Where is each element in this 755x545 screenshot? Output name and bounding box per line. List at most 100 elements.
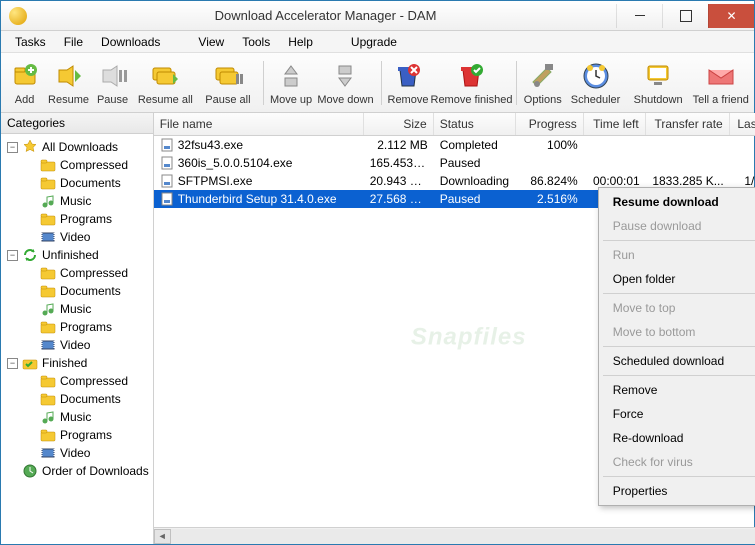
- tree-node-finished[interactable]: −Finished: [3, 354, 151, 372]
- menu-help[interactable]: Help: [280, 33, 321, 51]
- context-re-download[interactable]: Re-download: [599, 426, 755, 450]
- resume-icon: [53, 60, 85, 92]
- tree-label: Compressed: [60, 158, 128, 172]
- maximize-button[interactable]: [662, 4, 708, 28]
- tree-node-programs[interactable]: Programs: [3, 426, 151, 444]
- context-force[interactable]: Force: [599, 402, 755, 426]
- cell-filename: Thunderbird Setup 31.4.0.exe: [154, 191, 364, 208]
- column-header-file-name[interactable]: File name: [154, 113, 364, 135]
- minimize-button[interactable]: [616, 4, 662, 28]
- tree-node-documents[interactable]: Documents: [3, 174, 151, 192]
- column-header-status[interactable]: Status: [434, 113, 516, 135]
- tree-label: Programs: [60, 320, 112, 334]
- cell-rate: [646, 162, 730, 164]
- context-resume-download[interactable]: Resume download: [599, 190, 755, 214]
- tree-node-documents[interactable]: Documents: [3, 282, 151, 300]
- tree-label: Compressed: [60, 374, 128, 388]
- tree-node-music[interactable]: Music: [3, 300, 151, 318]
- music-icon: [40, 409, 56, 425]
- tree-toggle-icon[interactable]: −: [7, 250, 18, 261]
- context-separator: [603, 346, 755, 347]
- table-row[interactable]: 360is_5.0.0.5104.exe165.453 MBPaused: [154, 154, 755, 172]
- context-remove[interactable]: Remove: [599, 378, 755, 402]
- context-run: Run: [599, 243, 755, 267]
- horizontal-scrollbar[interactable]: ◄ ►: [154, 527, 755, 544]
- tree-node-compressed[interactable]: Compressed: [3, 156, 151, 174]
- tree-label: Programs: [60, 212, 112, 226]
- context-properties[interactable]: Properties: [599, 479, 755, 503]
- tree-toggle-icon[interactable]: −: [7, 142, 18, 153]
- tree-node-compressed[interactable]: Compressed: [3, 372, 151, 390]
- cell-timeleft: [584, 162, 646, 164]
- tree-node-compressed[interactable]: Compressed: [3, 264, 151, 282]
- tree-label: Documents: [60, 284, 121, 298]
- tree-node-programs[interactable]: Programs: [3, 210, 151, 228]
- toolbar-pause-button[interactable]: Pause: [93, 60, 132, 106]
- category-tree: −All Downloads Compressed Documents Music Pr…: [1, 134, 153, 544]
- menu-tools[interactable]: Tools: [234, 33, 278, 51]
- context-open-folder[interactable]: Open folder: [599, 267, 755, 291]
- toolbar-moveup-button[interactable]: Move up: [270, 60, 312, 106]
- toolbar-remove-button[interactable]: Remove: [388, 60, 429, 106]
- menu-file[interactable]: File: [56, 33, 91, 51]
- column-header-time-left[interactable]: Time left: [584, 113, 646, 135]
- toolbar-add-button[interactable]: Add: [5, 60, 44, 106]
- tree-node-programs[interactable]: Programs: [3, 318, 151, 336]
- column-header-transfer-rate[interactable]: Transfer rate: [646, 113, 730, 135]
- folder-icon: [40, 373, 56, 389]
- file-icon: [160, 192, 174, 206]
- column-header-last-try[interactable]: Last try: [730, 113, 755, 135]
- tree-node-all-downloads[interactable]: −All Downloads: [3, 138, 151, 156]
- tree-toggle-icon[interactable]: −: [7, 358, 18, 369]
- tree-node-video[interactable]: Video: [3, 228, 151, 246]
- toolbar-tellfriend-button[interactable]: Tell a friend: [691, 60, 750, 106]
- folder-icon: [40, 157, 56, 173]
- toolbar-removefin-button[interactable]: Remove finished: [432, 60, 510, 106]
- tree-node-music[interactable]: Music: [3, 192, 151, 210]
- table-row[interactable]: 32fsu43.exe2.112 MBCompleted100%: [154, 136, 755, 154]
- column-header-progress[interactable]: Progress: [516, 113, 584, 135]
- scheduler-icon: [580, 60, 612, 92]
- tree-label: Music: [60, 410, 91, 424]
- context-scheduled-download[interactable]: Scheduled download: [599, 349, 755, 373]
- folder-icon: [40, 265, 56, 281]
- menu-downloads[interactable]: Downloads: [93, 33, 168, 51]
- cell-timeleft: [584, 144, 646, 146]
- close-button[interactable]: [708, 4, 754, 28]
- menu-upgrade[interactable]: Upgrade: [343, 33, 405, 51]
- table-header: File nameSizeStatusProgressTime leftTran…: [154, 113, 755, 136]
- cell-progress: 2.516%: [516, 191, 584, 207]
- menu-tasks[interactable]: Tasks: [7, 33, 54, 51]
- toolbar-resumeall-button[interactable]: Resume all: [136, 60, 195, 106]
- context-separator: [603, 476, 755, 477]
- cell-status: Downloading: [434, 173, 516, 189]
- tree-label: Unfinished: [42, 248, 99, 262]
- toolbar-resume-button[interactable]: Resume: [48, 60, 89, 106]
- cell-size: 2.112 MB: [364, 137, 434, 153]
- toolbar-pauseall-button[interactable]: Pause all: [199, 60, 258, 106]
- column-header-size[interactable]: Size: [364, 113, 434, 135]
- file-icon: [160, 174, 174, 188]
- menu-view[interactable]: View: [190, 33, 232, 51]
- toolbar-shutdown-button[interactable]: Shutdown: [629, 60, 688, 106]
- cell-rate: [646, 144, 730, 146]
- toolbar-options-button[interactable]: Options: [523, 60, 562, 106]
- tree-label: Order of Downloads: [42, 464, 149, 478]
- tree-node-unfinished[interactable]: − Unfinished: [3, 246, 151, 264]
- tree-label: Music: [60, 302, 91, 316]
- tree-node-video[interactable]: Video: [3, 336, 151, 354]
- tree-label: Programs: [60, 428, 112, 442]
- tree-node-video[interactable]: Video: [3, 444, 151, 462]
- tree-node-music[interactable]: Music: [3, 408, 151, 426]
- file-icon: [160, 156, 174, 170]
- tree-node-documents[interactable]: Documents: [3, 390, 151, 408]
- cell-progress: [516, 162, 584, 164]
- cell-progress: 86.824%: [516, 173, 584, 189]
- titlebar: Download Accelerator Manager - DAM: [1, 1, 754, 31]
- tree-node-order-of-downloads[interactable]: Order of Downloads: [3, 462, 151, 480]
- scroll-left-arrow[interactable]: ◄: [154, 529, 171, 544]
- tree-label: Music: [60, 194, 91, 208]
- toolbar-scheduler-button[interactable]: Scheduler: [566, 60, 625, 106]
- toolbar-movedown-button[interactable]: Move down: [316, 60, 375, 106]
- scroll-track[interactable]: [171, 529, 755, 544]
